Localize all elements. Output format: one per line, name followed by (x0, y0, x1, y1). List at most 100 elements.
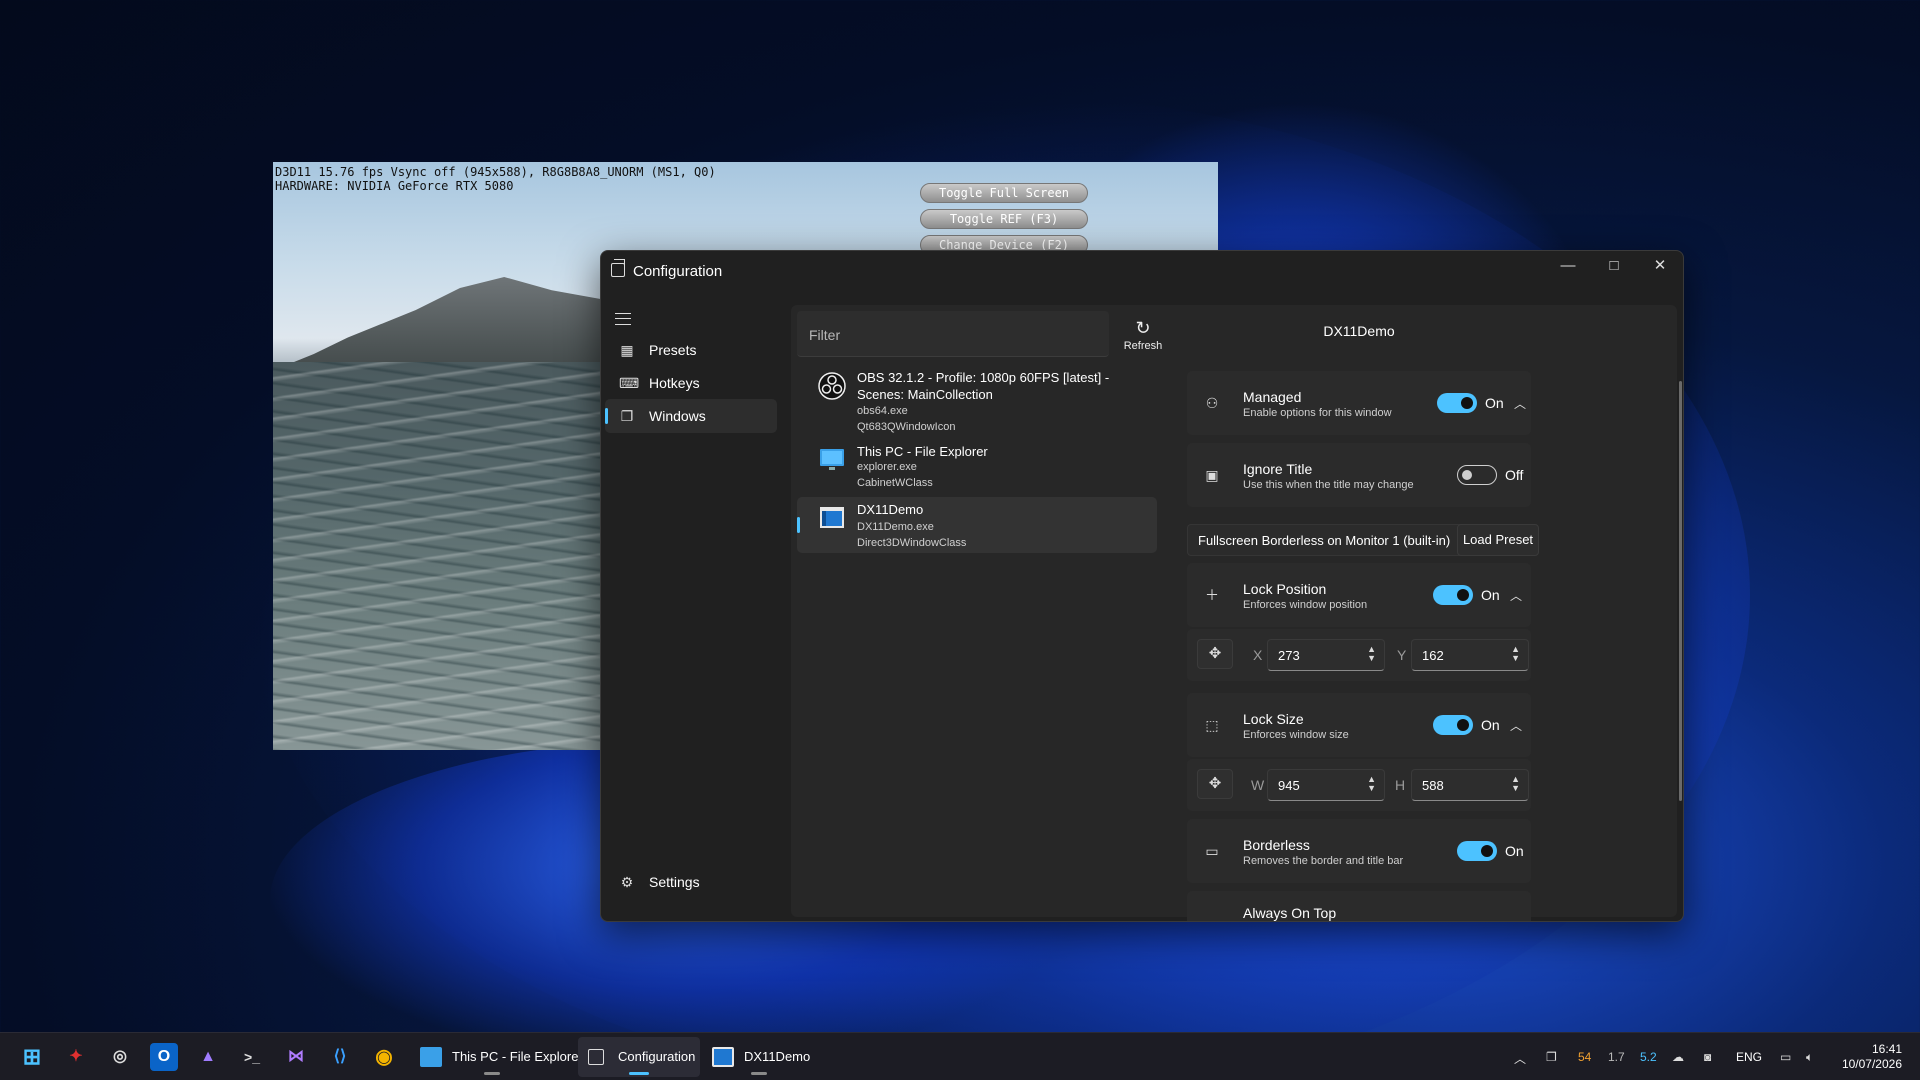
load-preset-button[interactable]: Load Preset (1457, 524, 1539, 556)
lock-size-toggle[interactable] (1433, 715, 1473, 735)
filter-input[interactable]: Filter (797, 311, 1109, 357)
move-arrows-icon[interactable]: ✥ (1197, 769, 1233, 799)
x-number-box[interactable]: 273 ▲ ▼ (1267, 639, 1385, 671)
hamburger-menu-icon[interactable] (615, 313, 631, 325)
window-item-exe: obs64.exe (857, 405, 908, 417)
obs-icon (818, 372, 846, 400)
card-description: Use this when the title may change (1243, 479, 1414, 491)
spinner-icon[interactable]: ▲ ▼ (1511, 775, 1520, 793)
tray-readout-1[interactable]: 1.7 (1608, 1050, 1625, 1064)
managed-toggle[interactable] (1437, 393, 1477, 413)
vscode-icon[interactable]: ⟨⟩ (326, 1043, 354, 1071)
refresh-label: Refresh (1123, 340, 1163, 352)
volume-icon[interactable]: 🔈︎ (1806, 1050, 1813, 1065)
start-icon[interactable]: ⊞ (18, 1043, 46, 1071)
network-icon[interactable]: ▭ (1780, 1050, 1791, 1064)
gpu-temp-readout[interactable]: 54 (1578, 1050, 1591, 1064)
outlook-icon[interactable]: O (150, 1043, 178, 1071)
spinner-icon[interactable]: ▲ ▼ (1367, 775, 1376, 793)
managed-card: ⚇ Managed Enable options for this window… (1187, 371, 1531, 435)
lock-position-card: ＋ Lock Position Enforces window position… (1187, 563, 1531, 627)
taskbar-window-explorer[interactable]: This PC - File Explorer (412, 1037, 583, 1077)
filter-placeholder: Filter (809, 327, 841, 343)
card-description: Enable options for this window (1243, 407, 1392, 419)
chevron-up-icon[interactable]: ︿ (1514, 395, 1526, 412)
hud-line-2: HARDWARE: NVIDIA GeForce RTX 5080 (275, 179, 514, 193)
spinner-icon[interactable]: ▲ ▼ (1367, 645, 1376, 663)
toggle-ref-button[interactable]: Toggle REF (F3) (920, 209, 1088, 229)
w-number-box[interactable]: 945 ▲ ▼ (1267, 769, 1385, 801)
frame-icon: ▭ (1205, 843, 1219, 859)
app-icon-purple[interactable]: ▲ (194, 1043, 222, 1071)
nav-item-label: Windows (649, 408, 706, 424)
toggle-fullscreen-button[interactable]: Toggle Full Screen (920, 183, 1088, 203)
app-icon-red[interactable]: ✦ (62, 1043, 90, 1071)
maximize-button[interactable]: □ (1591, 251, 1637, 283)
h-value: 588 (1422, 778, 1444, 793)
refresh-button[interactable]: ↻ Refresh (1113, 311, 1173, 357)
visual-studio-icon[interactable]: ⋈ (282, 1043, 310, 1071)
language-indicator[interactable]: ENG (1736, 1050, 1762, 1064)
taskbar-window-configuration[interactable]: Configuration (578, 1037, 700, 1077)
borderless-toggle[interactable] (1457, 841, 1497, 861)
window-title: Configuration (633, 263, 723, 280)
list-item[interactable]: This PC - File Explorer explorer.exe Cab… (797, 439, 1157, 489)
minimize-button[interactable]: — (1545, 251, 1591, 283)
window-item-exe: explorer.exe (857, 461, 917, 473)
preset-dropdown[interactable]: Fullscreen Borderless on Monitor 1 (buil… (1187, 524, 1491, 556)
lock-size-card: ⬚ Lock Size Enforces window size On ︿ (1187, 693, 1531, 757)
chevron-up-icon[interactable]: ︿ (1510, 717, 1522, 734)
w-label: W (1251, 777, 1265, 793)
obs-taskbar-icon[interactable]: ◎ (106, 1043, 134, 1071)
chevron-up-icon[interactable]: ︿ (1514, 1050, 1526, 1067)
vertical-scrollbar[interactable] (1679, 381, 1682, 801)
running-indicator (751, 1072, 767, 1075)
y-label: Y (1397, 647, 1407, 663)
image-icon: ▣ (1205, 467, 1219, 483)
list-item[interactable]: OBS 32.1.2 - Profile: 1080p 60FPS [lates… (797, 365, 1157, 433)
move-arrows-icon[interactable]: ✥ (1197, 639, 1233, 669)
spinner-icon[interactable]: ▲ ▼ (1511, 645, 1520, 663)
plus-icon: ＋ (1205, 587, 1219, 603)
nav-item-hotkeys[interactable]: ⌨ Hotkeys (605, 366, 777, 400)
window-item-class: Direct3DWindowClass (857, 537, 967, 549)
navigation-pane: ▦ Presets ⌨ Hotkeys ❐ Windows ⚙ Settings (601, 293, 781, 921)
window-item-exe: DX11Demo.exe (857, 521, 934, 533)
chrome-icon[interactable]: ◉ (370, 1043, 398, 1071)
h-number-box[interactable]: 588 ▲ ▼ (1411, 769, 1529, 801)
discord-icon[interactable]: ◙ (1704, 1050, 1711, 1064)
close-button[interactable]: ✕ (1637, 251, 1683, 283)
nav-item-presets[interactable]: ▦ Presets (605, 333, 777, 367)
hud-line-1: D3D11 15.76 fps Vsync off (945x588), R8G… (275, 165, 716, 179)
card-title: Always On Top (1243, 905, 1337, 921)
app-window-icon (712, 1047, 734, 1067)
task-view-icon[interactable]: ❐ (1546, 1050, 1557, 1064)
list-item-selected[interactable]: DX11Demo DX11Demo.exe Direct3DWindowClas… (797, 497, 1157, 553)
clock[interactable]: 16:41 10/07/2026 (1842, 1042, 1902, 1072)
toggle-state: On (1485, 395, 1504, 411)
toggle-state: On (1481, 717, 1500, 733)
nav-item-settings[interactable]: ⚙ Settings (605, 865, 777, 899)
taskbar-window-label: DX11Demo (744, 1049, 811, 1064)
card-description: Enforces window size (1243, 729, 1349, 741)
ignore-title-card: ▣ Ignore Title Use this when the title m… (1187, 443, 1531, 507)
content-area: Filter ↻ Refresh OBS 32.1.2 - Profile: 1… (791, 305, 1677, 921)
ignore-title-toggle[interactable] (1457, 465, 1497, 485)
chevron-up-icon[interactable]: ︿ (1510, 587, 1522, 604)
nav-item-windows[interactable]: ❐ Windows (605, 399, 777, 433)
clock-time: 16:41 (1871, 1042, 1902, 1056)
card-title: Managed (1243, 389, 1302, 405)
window-item-class: CabinetWClass (857, 477, 933, 489)
tray-readout-2[interactable]: 5.2 (1640, 1050, 1657, 1064)
gear-icon: ⚙ (620, 874, 634, 890)
cloud-icon[interactable]: ☁ (1672, 1050, 1684, 1064)
y-number-box[interactable]: 162 ▲ ▼ (1411, 639, 1529, 671)
title-bar[interactable]: Configuration — □ ✕ (601, 251, 1683, 293)
taskbar-window-dx11demo[interactable]: DX11Demo (704, 1037, 814, 1077)
terminal-icon[interactable]: >_ (238, 1043, 266, 1071)
y-value: 162 (1422, 648, 1444, 663)
active-indicator (629, 1072, 649, 1075)
running-indicator (484, 1072, 500, 1075)
toggle-state: On (1505, 843, 1524, 859)
lock-position-toggle[interactable] (1433, 585, 1473, 605)
